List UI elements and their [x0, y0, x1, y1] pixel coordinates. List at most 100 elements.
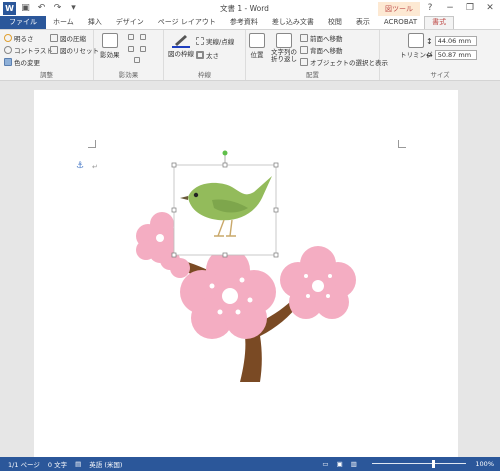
resize-handle-se[interactable]: [273, 252, 279, 258]
adjust-group-label: 調整: [40, 71, 53, 79]
recolor-button[interactable]: 色の変更: [4, 57, 40, 67]
web-layout-icon[interactable]: ▥: [351, 460, 357, 468]
width-icon: ↔: [426, 50, 433, 60]
arrange-group-label: 配置: [306, 71, 319, 79]
border-group: 図の枠線 実線/点線 太さ 枠線: [164, 30, 246, 80]
position-button[interactable]: 位置: [249, 33, 265, 59]
blossom-center: [180, 248, 276, 339]
effects-group: 影効果 影効果: [94, 30, 164, 80]
word-window: W ▣ ↶ ↷ ▾ 文書 1 - Word 図ツール ? − ❐ ✕ ファイル …: [0, 0, 500, 471]
proofing-icon[interactable]: ▤: [75, 460, 81, 468]
bring-forward-label: 前面へ移動: [310, 35, 343, 43]
shadow-nudge-right-button[interactable]: [140, 34, 148, 40]
tab-design[interactable]: デザイン: [109, 16, 151, 29]
tab-file[interactable]: ファイル: [0, 16, 46, 29]
tab-references[interactable]: 参考資料: [223, 16, 265, 29]
contrast-label: コントラスト: [14, 47, 53, 55]
line-weight-button[interactable]: 太さ: [196, 50, 219, 60]
compress-icon: [50, 34, 58, 42]
nudge-left-icon: [128, 46, 134, 52]
contrast-button[interactable]: コントラスト: [4, 45, 53, 55]
send-backward-icon: [300, 46, 308, 54]
selection-pane-label: オブジェクトの選択と表示: [310, 59, 388, 67]
pen-icon: [172, 35, 190, 48]
ribbon-tabs: ファイル ホーム 挿入 デザイン ページ レイアウト 参考資料 差し込み文書 校…: [0, 16, 500, 29]
width-input[interactable]: 50.87 mm: [434, 50, 477, 60]
tab-insert[interactable]: 挿入: [81, 16, 109, 29]
shadow-toggle-icon: [140, 46, 146, 52]
rotate-handle[interactable]: [222, 150, 228, 156]
brightness-button[interactable]: 明るさ: [4, 33, 34, 43]
plum-bird-picture[interactable]: ⚓ ↵: [34, 90, 458, 457]
zoom-level[interactable]: 100%: [475, 460, 494, 468]
adjust-group: 明るさ コントラスト 色の変更 図の圧縮 図のリセット 調整: [0, 30, 99, 80]
reset-picture-button[interactable]: 図のリセット: [50, 45, 99, 55]
zoom-slider-knob[interactable]: [432, 460, 435, 468]
weight-icon: [196, 51, 204, 59]
shadow-effects-button[interactable]: 影効果: [100, 33, 120, 59]
selected-bird-image[interactable]: [171, 150, 279, 258]
read-mode-icon[interactable]: ▭: [322, 460, 328, 468]
quick-access-toolbar: W ▣ ↶ ↷ ▾: [0, 0, 80, 16]
tab-format[interactable]: 書式: [424, 16, 455, 29]
document-page[interactable]: ⚓ ↵: [34, 90, 458, 457]
border-group-label: 枠線: [198, 71, 211, 79]
height-field[interactable]: ↕ 44.06 mm: [426, 36, 477, 46]
shadow-effects-icon: [101, 33, 118, 48]
dash-icon: [196, 37, 204, 45]
tab-view[interactable]: 表示: [349, 16, 377, 29]
brightness-icon: [4, 34, 12, 42]
bring-forward-icon: [300, 34, 308, 42]
height-icon: ↕: [426, 36, 433, 46]
resize-handle-w[interactable]: [171, 207, 177, 213]
dash-style-button[interactable]: 実線/点線: [196, 36, 234, 46]
resize-handle-nw[interactable]: [171, 162, 177, 168]
effects-group-label: 影効果: [118, 71, 139, 79]
tab-mailings[interactable]: 差し込み文書: [265, 16, 321, 29]
wrap-text-button[interactable]: 文字列の折り返し: [270, 33, 298, 63]
minimize-button[interactable]: −: [440, 0, 460, 16]
tab-home[interactable]: ホーム: [46, 16, 81, 29]
word-count[interactable]: 0 文字: [48, 459, 67, 469]
height-input[interactable]: 44.06 mm: [434, 36, 477, 46]
shadow-nudge-left-button[interactable]: [128, 46, 136, 52]
wrap-text-icon: [276, 33, 292, 48]
resize-handle-ne[interactable]: [273, 162, 279, 168]
resize-handle-e[interactable]: [273, 207, 279, 213]
compress-pictures-button[interactable]: 図の圧縮: [50, 33, 86, 43]
tab-page-layout[interactable]: ページ レイアウト: [151, 16, 223, 29]
recolor-label: 色の変更: [14, 59, 40, 67]
shadow-toggle-button[interactable]: [140, 46, 148, 52]
shadow-nudge-up-button[interactable]: [128, 34, 136, 40]
undo-icon[interactable]: ↶: [35, 2, 48, 15]
print-layout-icon[interactable]: ▣: [337, 460, 343, 468]
resize-handle-s[interactable]: [222, 252, 228, 258]
selection-pane-button[interactable]: オブジェクトの選択と表示: [300, 57, 388, 67]
language-indicator[interactable]: 英語 (米国): [89, 459, 122, 469]
bring-forward-button[interactable]: 前面へ移動: [300, 33, 343, 43]
recolor-icon: [4, 58, 12, 66]
send-backward-button[interactable]: 背面へ移動: [300, 45, 343, 55]
tab-acrobat[interactable]: ACROBAT: [377, 16, 424, 29]
width-field[interactable]: ↔ 50.87 mm: [426, 50, 477, 60]
close-button[interactable]: ✕: [480, 0, 500, 16]
word-logo-icon[interactable]: W: [3, 1, 16, 15]
compress-label: 図の圧縮: [60, 35, 86, 43]
zoom-slider-track[interactable]: [372, 463, 466, 464]
save-icon[interactable]: ▣: [19, 2, 32, 15]
resize-handle-sw[interactable]: [171, 252, 177, 258]
page-count[interactable]: 1/1 ページ: [8, 459, 40, 469]
position-icon: [249, 33, 265, 48]
line-weight-label: 太さ: [206, 52, 219, 60]
help-button[interactable]: ?: [420, 0, 440, 16]
restore-button[interactable]: ❐: [460, 0, 480, 16]
nudge-right-icon: [140, 34, 146, 40]
nudge-up-icon: [128, 34, 134, 40]
shadow-nudge-down-button[interactable]: [134, 57, 142, 63]
tab-review[interactable]: 校閲: [321, 16, 349, 29]
resize-handle-n[interactable]: [222, 162, 228, 168]
picture-border-button[interactable]: 図の枠線: [168, 33, 194, 58]
document-area[interactable]: ⚓ ↵: [0, 82, 500, 457]
redo-icon[interactable]: ↷: [51, 2, 64, 15]
customize-toolbar-icon[interactable]: ▾: [67, 2, 80, 15]
